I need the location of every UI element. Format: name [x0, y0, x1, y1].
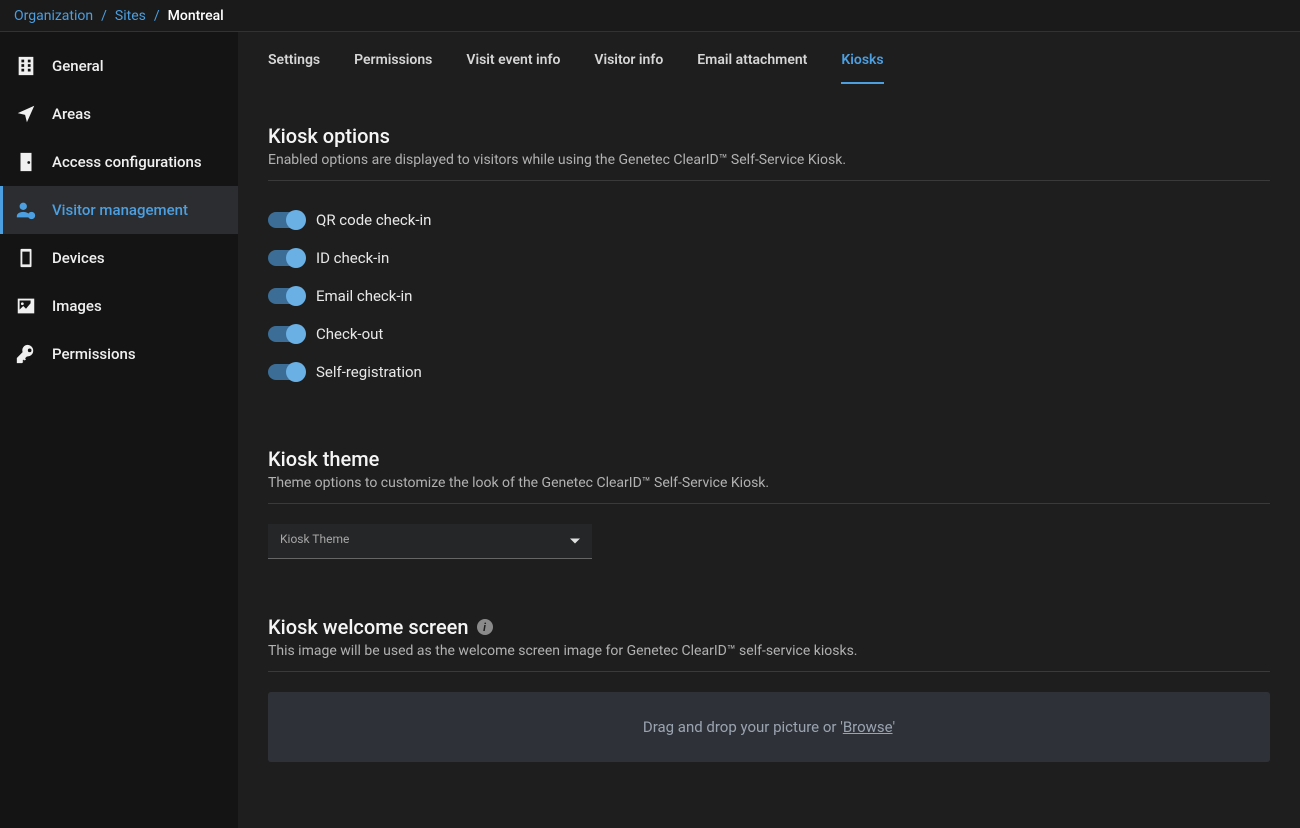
welcome-image-dropzone[interactable]: Drag and drop your picture or 'Browse' — [268, 692, 1270, 762]
breadcrumb-organization[interactable]: Organization — [14, 8, 93, 24]
kiosk-theme-select[interactable]: Kiosk Theme — [268, 524, 592, 559]
sidebar-item-permissions[interactable]: Permissions — [0, 330, 238, 378]
chevron-down-icon — [570, 539, 580, 544]
sidebar-item-label: General — [52, 57, 104, 75]
kiosk-welcome-desc: This image will be used as the welcome s… — [268, 643, 1270, 672]
breadcrumb-sites[interactable]: Sites — [115, 8, 146, 24]
toggle-row-selfreg: Self-registration — [268, 353, 1270, 391]
toggle-qr-checkin[interactable] — [268, 212, 304, 228]
key-icon — [14, 342, 38, 366]
toggle-label: Self-registration — [316, 363, 422, 381]
sidebar-item-label: Permissions — [52, 345, 136, 363]
kiosk-theme-title: Kiosk theme — [268, 447, 1270, 471]
sidebar-item-label: Areas — [52, 105, 91, 123]
tab-visit-event-info[interactable]: Visit event info — [466, 52, 560, 84]
toggle-email-checkin[interactable] — [268, 288, 304, 304]
breadcrumb-separator-icon: / — [101, 8, 107, 24]
location-arrow-icon — [14, 102, 38, 126]
info-icon[interactable]: i — [477, 619, 493, 635]
smartphone-icon — [14, 246, 38, 270]
breadcrumb-current: Montreal — [168, 8, 224, 24]
toggle-row-id: ID check-in — [268, 239, 1270, 277]
sidebar-item-areas[interactable]: Areas — [0, 90, 238, 138]
person-clock-icon — [14, 198, 38, 222]
toggle-row-qr: QR code check-in — [268, 201, 1270, 239]
door-icon — [14, 150, 38, 174]
tabs: Settings Permissions Visit event info Vi… — [268, 52, 1270, 84]
toggle-row-checkout: Check-out — [268, 315, 1270, 353]
tab-settings[interactable]: Settings — [268, 52, 320, 84]
sidebar-item-visitor-management[interactable]: Visitor management — [0, 186, 238, 234]
toggle-label: QR code check-in — [316, 211, 431, 229]
kiosk-welcome-title-text: Kiosk welcome screen — [268, 615, 469, 639]
sidebar: General Areas Access configurations Visi… — [0, 32, 238, 828]
sidebar-item-label: Devices — [52, 249, 105, 267]
toggle-id-checkin[interactable] — [268, 250, 304, 266]
toggle-self-registration[interactable] — [268, 364, 304, 380]
sidebar-item-label: Images — [52, 297, 102, 315]
sidebar-item-general[interactable]: General — [0, 42, 238, 90]
image-icon — [14, 294, 38, 318]
breadcrumb-separator-icon: / — [154, 8, 160, 24]
toggle-label: ID check-in — [316, 249, 389, 267]
tab-permissions[interactable]: Permissions — [354, 52, 432, 84]
kiosk-options-title: Kiosk options — [268, 124, 1270, 148]
dropzone-text-prefix: Drag and drop your picture or ' — [643, 718, 843, 736]
kiosk-welcome-title: Kiosk welcome screen i — [268, 615, 1270, 639]
kiosk-theme-section: Kiosk theme Theme options to customize t… — [268, 447, 1270, 559]
tab-email-attachment[interactable]: Email attachment — [697, 52, 807, 84]
kiosk-options-section: Kiosk options Enabled options are displa… — [268, 124, 1270, 391]
breadcrumb: Organization / Sites / Montreal — [0, 0, 1300, 32]
toggle-checkout[interactable] — [268, 326, 304, 342]
sidebar-item-devices[interactable]: Devices — [0, 234, 238, 282]
main-content: Settings Permissions Visit event info Vi… — [238, 32, 1300, 828]
dropzone-text-suffix: ' — [893, 718, 896, 736]
tab-visitor-info[interactable]: Visitor info — [594, 52, 663, 84]
kiosk-options-desc: Enabled options are displayed to visitor… — [268, 152, 1270, 181]
select-label: Kiosk Theme — [280, 532, 580, 546]
browse-link[interactable]: Browse — [843, 718, 893, 736]
kiosk-welcome-section: Kiosk welcome screen i This image will b… — [268, 615, 1270, 762]
toggle-label: Email check-in — [316, 287, 412, 305]
sidebar-item-images[interactable]: Images — [0, 282, 238, 330]
tab-kiosks[interactable]: Kiosks — [841, 52, 883, 84]
toggle-label: Check-out — [316, 325, 383, 343]
building-icon — [14, 54, 38, 78]
sidebar-item-label: Visitor management — [52, 201, 188, 219]
sidebar-item-access-configurations[interactable]: Access configurations — [0, 138, 238, 186]
toggle-row-email: Email check-in — [268, 277, 1270, 315]
kiosk-theme-desc: Theme options to customize the look of t… — [268, 475, 1270, 504]
sidebar-item-label: Access configurations — [52, 153, 202, 171]
